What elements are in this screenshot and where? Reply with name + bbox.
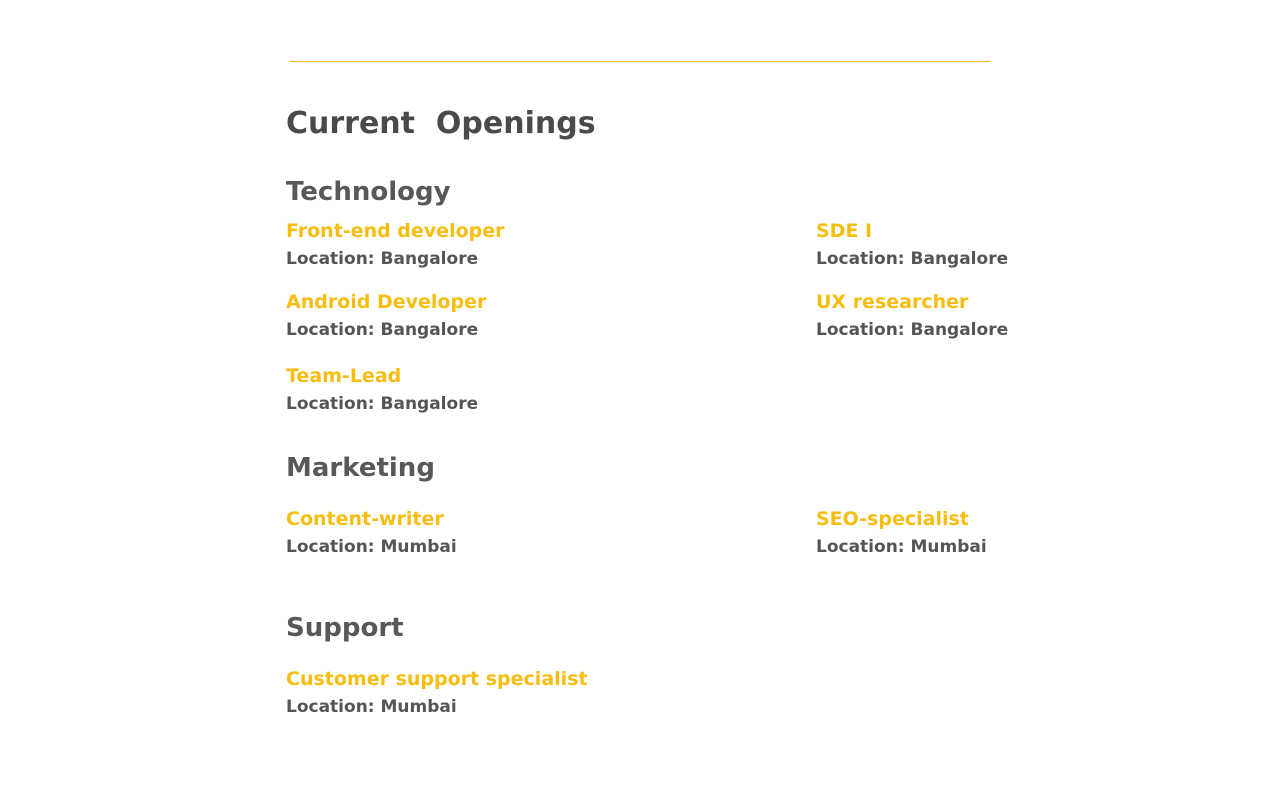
job-card-sde-i: SDE I Location: Bangalore xyxy=(816,218,1276,271)
careers-page: Current Openings Technology Front-end de… xyxy=(0,0,1280,800)
header-divider xyxy=(290,61,990,62)
section-title-marketing: Marketing xyxy=(286,453,435,483)
job-title-link[interactable]: Front-end developer xyxy=(286,218,746,244)
job-title-link[interactable]: Content-writer xyxy=(286,506,746,532)
job-location: Location: Bangalore xyxy=(286,249,479,269)
section-title-technology: Technology xyxy=(286,177,451,207)
job-card-content-writer: Content-writer Location: Mumbai xyxy=(286,506,746,559)
job-card-customer-support-specialist: Customer support specialist Location: Mu… xyxy=(286,666,746,719)
job-location: Location: Bangalore xyxy=(816,249,1009,269)
job-title-link[interactable]: SDE I xyxy=(816,218,1276,244)
job-title-link[interactable]: Team-Lead xyxy=(286,363,746,389)
job-location: Location: Bangalore xyxy=(286,320,479,340)
section-title-support: Support xyxy=(286,613,404,643)
job-location: Location: Mumbai xyxy=(286,537,457,557)
job-card-team-lead: Team-Lead Location: Bangalore xyxy=(286,363,746,416)
page-title: Current Openings xyxy=(286,106,596,141)
job-location: Location: Bangalore xyxy=(286,394,479,414)
job-card-seo-specialist: SEO-specialist Location: Mumbai xyxy=(816,506,1276,559)
job-card-front-end-developer: Front-end developer Location: Bangalore xyxy=(286,218,746,271)
job-location: Location: Mumbai xyxy=(816,537,987,557)
job-location: Location: Mumbai xyxy=(286,697,457,717)
job-title-link[interactable]: Android Developer xyxy=(286,289,746,315)
job-title-link[interactable]: SEO-specialist xyxy=(816,506,1276,532)
job-title-link[interactable]: Customer support specialist xyxy=(286,666,746,692)
job-card-android-developer: Android Developer Location: Bangalore xyxy=(286,289,746,342)
job-location: Location: Bangalore xyxy=(816,320,1009,340)
job-card-ux-researcher: UX researcher Location: Bangalore xyxy=(816,289,1276,342)
job-title-link[interactable]: UX researcher xyxy=(816,289,1276,315)
